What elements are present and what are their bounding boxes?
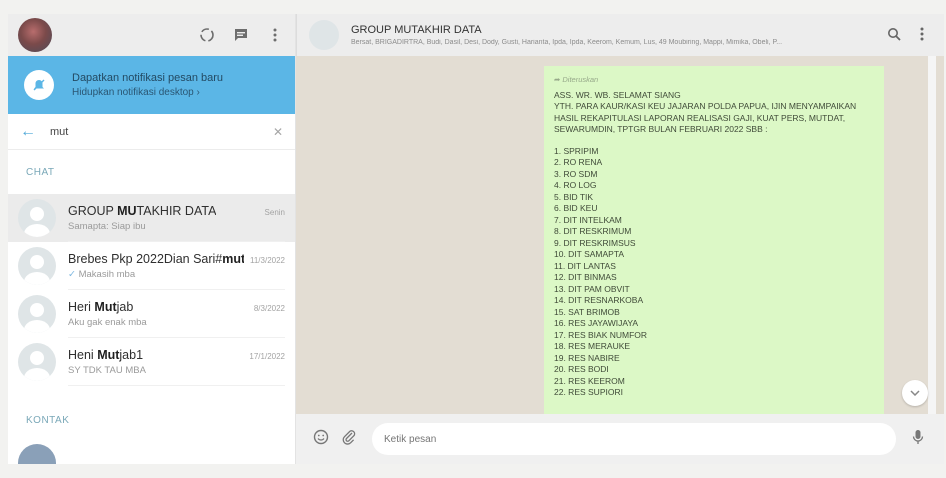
message-list-item: 7. DIT INTELKAM	[554, 214, 622, 225]
message-list-item: 11. DIT LANTAS	[554, 260, 616, 271]
chat-preview: SY TDK TAU MBA	[68, 364, 146, 376]
sidebar-header	[8, 14, 295, 56]
emoji-icon[interactable]	[310, 429, 332, 450]
chat-item[interactable]: Brebes Pkp 2022Dian Sari#mutia... 11/3/2…	[8, 242, 295, 290]
message-composer	[296, 414, 944, 464]
chat-time: 17/1/2022	[249, 351, 285, 361]
menu-icon[interactable]	[912, 27, 932, 44]
chat-time: Senin	[264, 207, 285, 217]
search-icon[interactable]	[884, 27, 904, 44]
message-list-item: 2. RO RENA	[554, 157, 603, 167]
chat-time: 11/3/2022	[250, 255, 285, 265]
message-list-item: 3. RO SDM	[554, 168, 598, 179]
message-list-item: 13. DIT PAM OBVIT	[554, 283, 630, 294]
contacts-section-label: KONTAK	[26, 415, 70, 426]
message-list-item: 5. BID TIK	[554, 191, 594, 202]
message-intro: YTH. PARA KAUR/KASI KEU JAJARAN POLDA PA…	[554, 101, 857, 134]
scrollbar[interactable]	[928, 56, 936, 414]
conversation-members: Bersat, BRIGADIRTRA, Budi, Dasil, Desi, …	[351, 39, 783, 46]
message-list: 1. SPRIPIM 2. RO RENA 3. RO SDM 4. RO LO…	[554, 146, 874, 399]
attach-icon[interactable]	[338, 429, 360, 450]
chat-name: Heni Mutjab1	[68, 347, 144, 362]
notification-text: Dapatkan notifikasi pesan baru Hidupkan …	[72, 72, 223, 98]
mic-icon[interactable]	[906, 429, 930, 449]
notification-link[interactable]: Hidupkan notifikasi desktop ›	[72, 87, 223, 98]
contact-avatar[interactable]	[18, 444, 56, 464]
notification-title: Dapatkan notifikasi pesan baru	[72, 72, 224, 84]
message-list-item: 10. DIT SAMAPTA	[554, 249, 625, 259]
message-list-item: 18. RES MERAUKE	[554, 341, 631, 351]
message-list-item: 19. RES NABIRE	[554, 352, 620, 363]
menu-icon[interactable]	[265, 25, 285, 45]
conversation-panel: GROUP MUTAKHIR DATA Bersat, BRIGADIRTRA,…	[296, 14, 944, 464]
conversation-title[interactable]: GROUP MUTAKHIR DATA	[351, 24, 876, 36]
contact-avatar	[18, 295, 56, 333]
search-input[interactable]	[50, 125, 273, 138]
search-bar: ← ✕	[8, 114, 295, 150]
contact-avatar	[18, 343, 56, 381]
message-list-item: 4. RO LOG	[554, 180, 597, 190]
message-list-item: 9. DIT RESKRIMSUS	[554, 237, 636, 248]
message-list-item: 1. SPRIPIM	[554, 145, 599, 156]
chat-item[interactable]: Heni Mutjab1 17/1/2022 SY TDK TAU MBA	[8, 338, 295, 386]
profile-avatar[interactable]	[18, 18, 52, 52]
chat-name: GROUP MUTAKHIR DATA	[68, 203, 217, 218]
chat-name: Brebes Pkp 2022Dian Sari#mutia...	[68, 251, 244, 266]
message-list-item: 20. RES BODI	[554, 364, 609, 374]
back-arrow-icon[interactable]: ←	[20, 123, 42, 141]
message-greeting: ASS. WR. WB. SELAMAT SIANG	[554, 89, 681, 100]
message-list-item: 8. DIT RESKRIMUM	[554, 226, 632, 236]
notification-banner[interactable]: Dapatkan notifikasi pesan baru Hidupkan …	[8, 56, 295, 114]
message-list-item: 14. DIT RESNARKOBA	[554, 295, 644, 305]
sidebar: Dapatkan notifikasi pesan baru Hidupkan …	[8, 14, 296, 464]
forwarded-label: ➦ Diteruskan	[554, 75, 599, 84]
message-list-item: 21. RES KEEROM	[554, 375, 625, 386]
chat-preview: ✓ Makasih mba	[68, 268, 136, 280]
conversation-header[interactable]: GROUP MUTAKHIR DATA Bersat, BRIGADIRTRA,…	[296, 14, 944, 56]
message-list-item: 16. RES JAYAWIJAYA	[554, 318, 639, 328]
bell-off-icon	[24, 70, 54, 100]
message-list-item: 15. SAT BRIMOB	[554, 306, 620, 317]
chat-preview: Aku gak enak mba	[68, 316, 147, 328]
scroll-down-button[interactable]	[902, 380, 928, 406]
message-area[interactable]: ➦ Diteruskan ASS. WR. WB. SELAMAT SIANG …	[296, 56, 944, 426]
whatsapp-web-window: Dapatkan notifikasi pesan baru Hidupkan …	[8, 14, 944, 464]
status-icon[interactable]	[197, 25, 217, 45]
contact-avatar	[18, 247, 56, 285]
group-avatar	[18, 199, 56, 237]
chat-item[interactable]: Heri Mutjab 8/3/2022 Aku gak enak mba	[8, 290, 295, 338]
chat-item[interactable]: GROUP MUTAKHIR DATA Senin Samapta: Siap …	[8, 194, 295, 242]
message-list-item: 22. RES SUPIORI	[554, 387, 623, 397]
message-input[interactable]	[372, 423, 896, 455]
chat-list: GROUP MUTAKHIR DATA Senin Samapta: Siap …	[8, 194, 295, 386]
clear-search-icon[interactable]: ✕	[273, 125, 283, 139]
message-list-item: 6. BID KEU	[554, 203, 598, 213]
chat-name: Heri Mutjab	[68, 299, 134, 314]
chats-section-label: CHAT	[26, 166, 55, 178]
chat-preview: Samapta: Siap ibu	[68, 220, 146, 232]
group-avatar[interactable]	[309, 20, 339, 50]
read-tick-icon: ✓	[68, 268, 76, 280]
message-list-item: 12. DIT BINMAS	[554, 272, 617, 282]
new-chat-icon[interactable]	[231, 25, 251, 45]
message-bubble[interactable]: ➦ Diteruskan ASS. WR. WB. SELAMAT SIANG …	[544, 66, 884, 426]
message-list-item: 17. RES BIAK NUMFOR	[554, 329, 648, 340]
chat-time: 8/3/2022	[253, 303, 285, 313]
